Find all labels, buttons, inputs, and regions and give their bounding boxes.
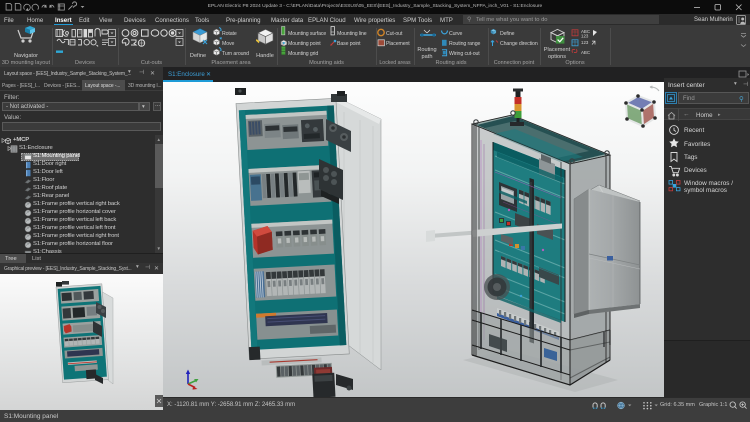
svg-text:ABC: ABC — [581, 50, 590, 55]
svg-text:123: 123 — [581, 40, 589, 45]
svg-text:123: 123 — [581, 34, 589, 39]
